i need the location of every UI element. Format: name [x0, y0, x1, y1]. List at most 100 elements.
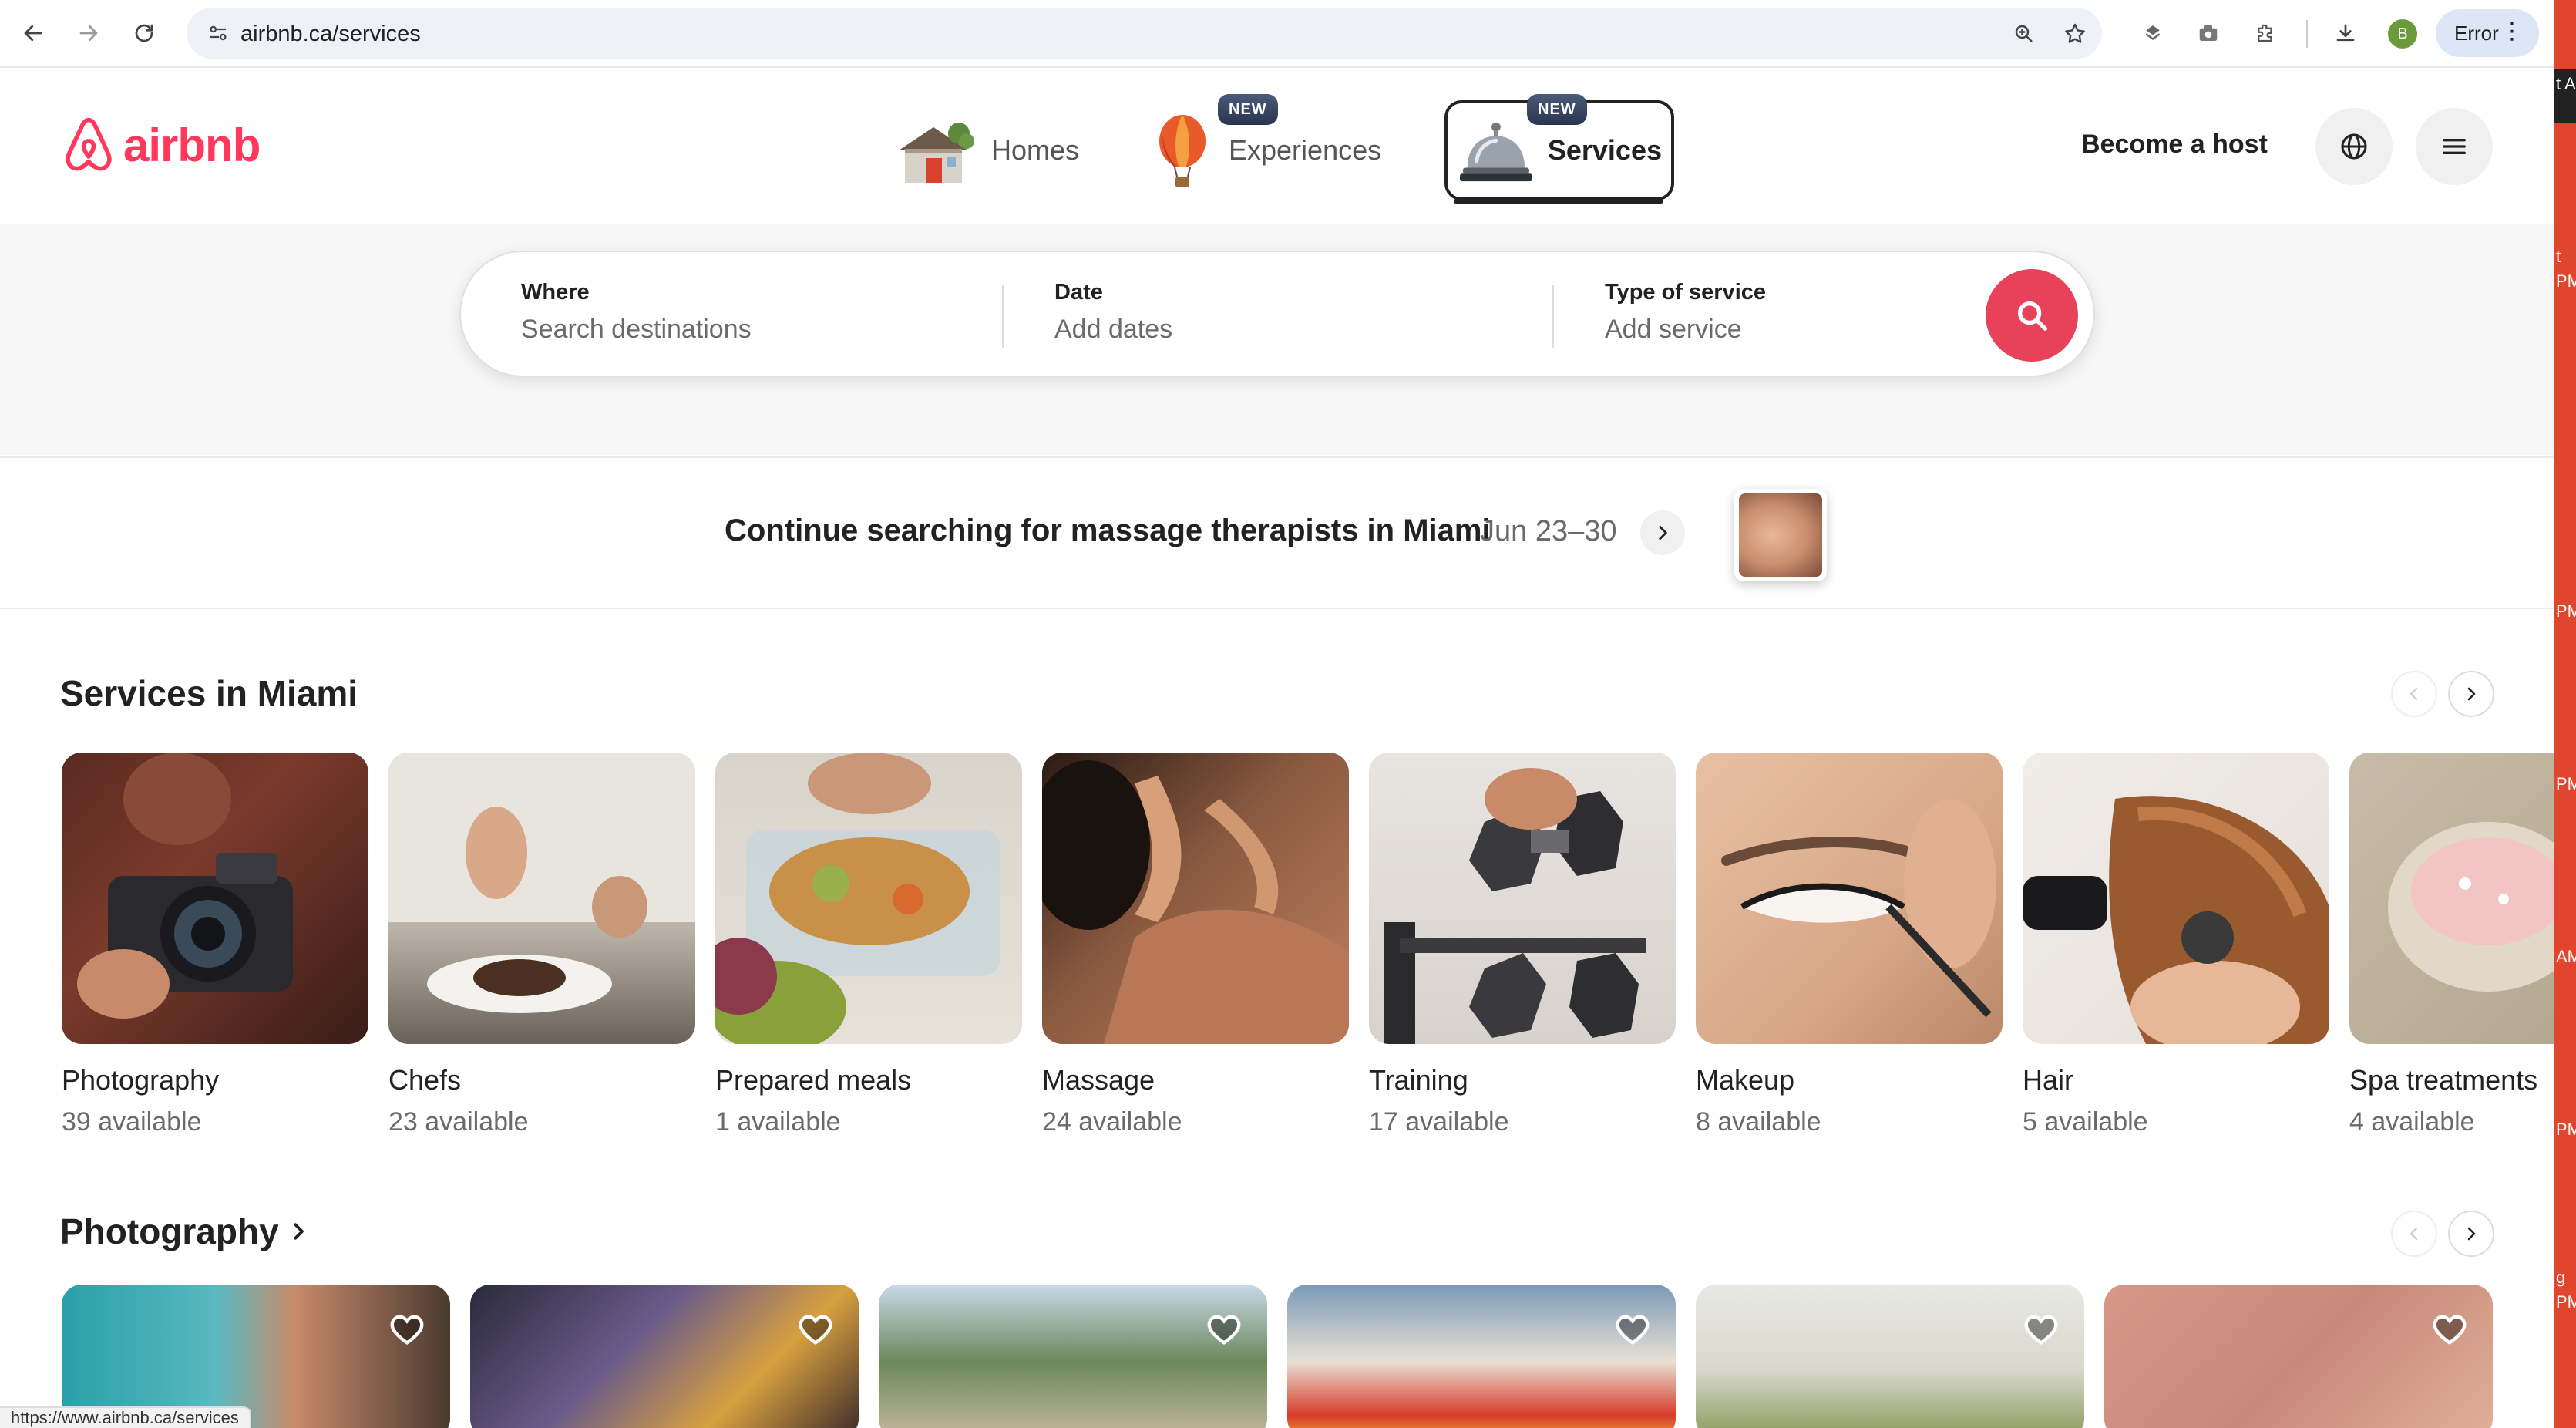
wishlist-heart-button[interactable] — [384, 1306, 430, 1352]
more-vertical-icon: ⋮ — [2500, 19, 2524, 44]
chevron-right-icon — [1659, 526, 1667, 540]
photography-listing-card[interactable] — [1287, 1285, 1676, 1428]
service-card-chefs[interactable]: Chefs 23 available — [388, 753, 695, 1137]
prepared-meals-image — [715, 753, 1022, 1044]
photography-image — [62, 753, 368, 1044]
wishlist-heart-button[interactable] — [2426, 1306, 2473, 1352]
service-name: Spa treatments — [2349, 1064, 2538, 1096]
active-tab-indicator — [1454, 199, 1663, 204]
wishlist-heart-button[interactable] — [2018, 1306, 2064, 1352]
photography-next-button[interactable] — [2448, 1211, 2494, 1257]
continue-arrow-button[interactable] — [1640, 510, 1685, 555]
toolbar-divider — [2306, 20, 2308, 48]
service-card-makeup[interactable]: Makeup 8 available — [1696, 753, 2003, 1137]
service-card-training[interactable]: Training 17 available — [1369, 753, 1676, 1137]
search-bar: Where Search destinations Date Add dates… — [459, 251, 2095, 377]
airbnb-belo-icon — [66, 117, 112, 171]
profile-avatar[interactable]: B — [2388, 19, 2417, 49]
date-label: Date — [1054, 280, 1103, 305]
tab-services-label: Services — [1547, 134, 1662, 166]
search-divider — [1552, 285, 1554, 348]
background-text: PM — [2556, 1292, 2576, 1312]
service-type-input[interactable]: Add service — [1605, 315, 1766, 345]
massage-thumbnail-image — [1739, 493, 1822, 577]
house-icon — [899, 123, 974, 183]
chevron-left-icon — [2410, 687, 2418, 701]
extension-puzzle-icon[interactable] — [2135, 15, 2171, 51]
hamburger-menu-icon — [2443, 139, 2466, 154]
bookmark-star-icon[interactable] — [2058, 17, 2092, 51]
heart-icon — [799, 1315, 832, 1345]
photography-section-title[interactable]: Photography — [60, 1211, 310, 1252]
heart-icon — [1616, 1315, 1650, 1345]
search-divider — [1002, 285, 1004, 348]
photography-listing-card[interactable] — [470, 1285, 859, 1428]
service-count: 23 available — [388, 1107, 529, 1137]
search-button[interactable] — [1986, 269, 2078, 362]
logo-wordmark: airbnb — [123, 119, 261, 171]
services-prev-button[interactable] — [2391, 671, 2437, 717]
services-next-button[interactable] — [2448, 671, 2494, 717]
service-name: Prepared meals — [715, 1064, 912, 1096]
training-image — [1369, 753, 1676, 1044]
where-label: Where — [521, 280, 590, 305]
services-section-title: Services in Miami — [60, 673, 358, 713]
where-input[interactable]: Search destinations — [521, 315, 752, 345]
extensions-icon[interactable] — [2248, 15, 2283, 51]
heart-icon — [2433, 1315, 2467, 1345]
service-card-photography[interactable]: Photography 39 available — [62, 753, 368, 1137]
tab-experiences-label: Experiences — [1229, 134, 1382, 166]
spa-treatments-image — [2349, 753, 2554, 1044]
browser-window: airbnb.ca/services B Error ⋮ airbnb Home… — [0, 0, 2554, 1428]
service-card-hair[interactable]: Hair 5 available — [2023, 753, 2329, 1137]
back-button[interactable] — [14, 14, 52, 52]
massage-image — [1042, 753, 1349, 1044]
zoom-icon[interactable] — [2007, 17, 2041, 51]
background-text: PM — [2556, 1120, 2576, 1139]
url-text: airbnb.ca/services — [240, 22, 421, 46]
chevron-right-icon — [294, 1223, 304, 1240]
service-type-field[interactable]: Type of service Add service — [1605, 280, 1766, 345]
download-icon[interactable] — [2328, 15, 2363, 51]
background-text: g — [2556, 1268, 2566, 1287]
photography-listing-card[interactable] — [1696, 1285, 2084, 1428]
service-count: 17 available — [1369, 1107, 1509, 1137]
service-count: 39 available — [62, 1107, 202, 1137]
forward-button[interactable] — [69, 14, 108, 52]
browser-toolbar: airbnb.ca/services B Error ⋮ — [0, 0, 2554, 68]
service-name: Massage — [1042, 1064, 1155, 1096]
photography-listing-card[interactable] — [879, 1285, 1267, 1428]
wishlist-heart-button[interactable] — [1201, 1306, 1247, 1352]
service-card-prepared-meals[interactable]: Prepared meals 1 available — [715, 753, 1022, 1137]
continue-searching-banner[interactable]: Continue searching for massage therapist… — [0, 456, 2554, 609]
photography-listing-card[interactable] — [2104, 1285, 2493, 1428]
photography-prev-button[interactable] — [2391, 1211, 2437, 1257]
airbnb-logo[interactable]: airbnb — [60, 114, 261, 176]
wishlist-heart-button[interactable] — [1609, 1306, 1656, 1352]
date-field[interactable]: Date Add dates — [1054, 280, 1172, 345]
tab-homes[interactable]: Homes — [891, 100, 1079, 200]
site-settings-icon[interactable] — [199, 14, 237, 52]
become-host-link[interactable]: Become a host — [2081, 130, 2268, 160]
language-button[interactable] — [2315, 108, 2393, 185]
camera-icon[interactable] — [2191, 15, 2226, 51]
heart-icon — [390, 1315, 424, 1345]
tab-homes-label: Homes — [991, 134, 1080, 166]
continue-searching-text[interactable]: Continue searching for massage therapist… — [725, 514, 1491, 548]
address-bar[interactable]: airbnb.ca/services — [187, 8, 2102, 59]
service-name: Hair — [2023, 1064, 2074, 1096]
continue-searching-thumbnail[interactable] — [1734, 489, 1827, 581]
service-name: Photography — [62, 1064, 220, 1096]
service-card-massage[interactable]: Massage 24 available — [1042, 753, 1349, 1137]
reload-icon — [135, 24, 153, 42]
wishlist-heart-button[interactable] — [792, 1306, 839, 1352]
reload-button[interactable] — [125, 14, 163, 52]
service-card-spa-treatments[interactable]: Spa treatments 4 available — [2349, 753, 2554, 1137]
new-badge-services: NEW — [1527, 94, 1587, 125]
arrow-right-icon — [79, 25, 98, 42]
main-menu-button[interactable] — [2416, 108, 2493, 185]
date-input[interactable]: Add dates — [1054, 315, 1172, 345]
where-field[interactable]: Where Search destinations — [521, 280, 752, 345]
error-menu-button[interactable]: Error ⋮ — [2436, 9, 2539, 57]
service-name: Chefs — [388, 1064, 462, 1096]
